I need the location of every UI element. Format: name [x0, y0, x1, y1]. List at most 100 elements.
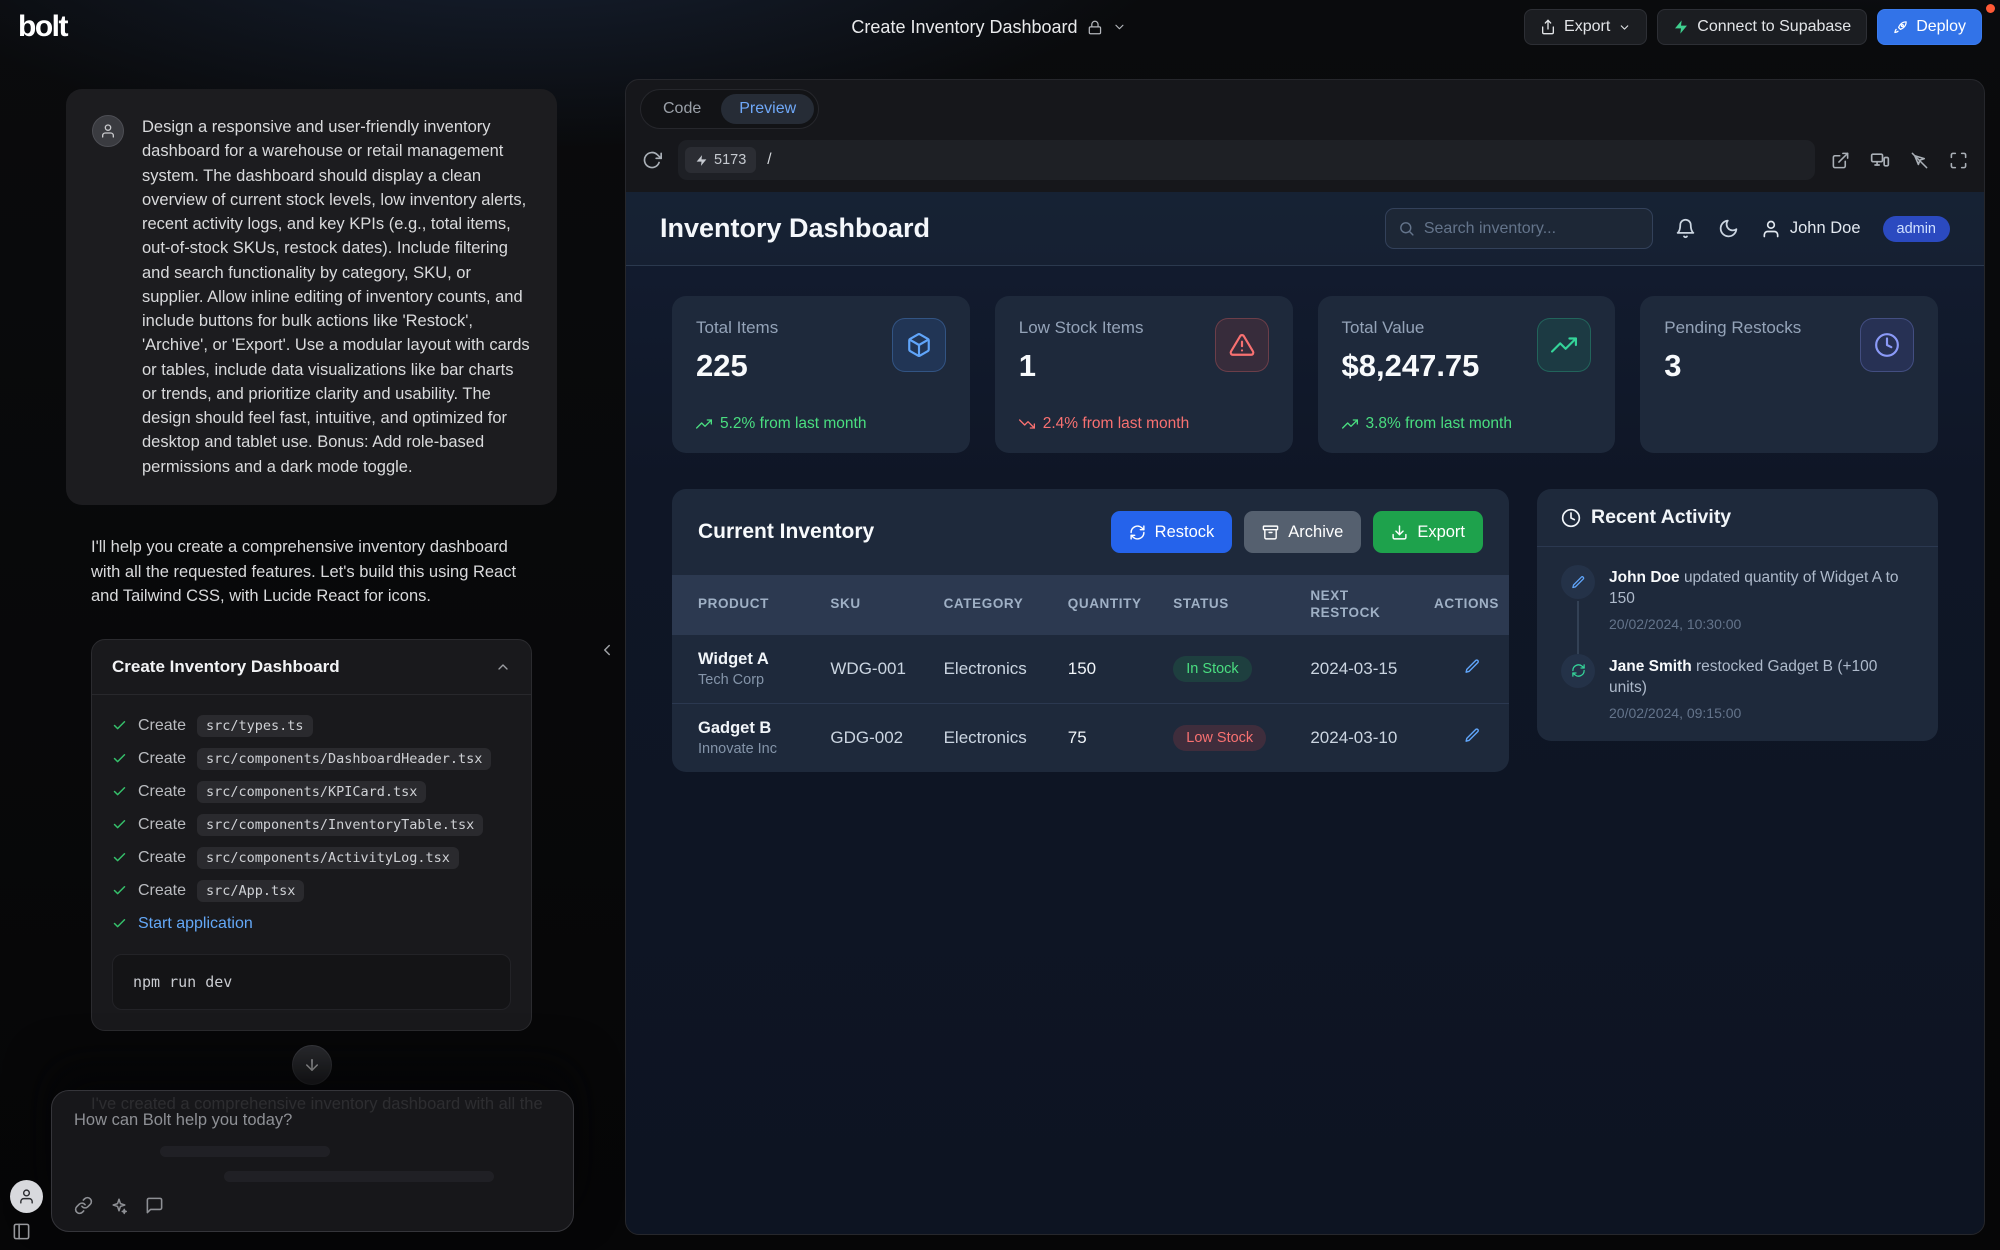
archive-icon: [1262, 524, 1279, 541]
check-icon: [112, 883, 127, 898]
build-step: Create src/App.tsx: [112, 874, 511, 907]
build-step: Create src/components/KPICard.tsx: [112, 775, 511, 808]
attach-link-icon[interactable]: [74, 1196, 93, 1215]
account-avatar[interactable]: [10, 1180, 43, 1213]
archive-button[interactable]: Archive: [1244, 511, 1361, 553]
build-steps-card: Create Inventory Dashboard Create src/ty…: [91, 639, 532, 1031]
rendered-app: Inventory Dashboard John Doe admin: [626, 192, 1984, 1234]
tab-preview[interactable]: Preview: [721, 94, 814, 124]
restock-button[interactable]: Restock: [1111, 511, 1233, 553]
chevron-down-icon: [1618, 21, 1631, 34]
clock-icon: [1860, 318, 1914, 372]
collapse-chevron-up-icon[interactable]: [495, 659, 511, 675]
connect-supabase-button[interactable]: Connect to Supabase: [1657, 9, 1867, 45]
build-step: Create src/components/ActivityLog.tsx: [112, 841, 511, 874]
export-menu-button[interactable]: Export: [1524, 9, 1647, 45]
tab-code[interactable]: Code: [645, 94, 719, 124]
file-chip[interactable]: src/components/ActivityLog.tsx: [197, 847, 459, 869]
trending-up-icon: [1537, 318, 1591, 372]
inspect-off-icon[interactable]: [1910, 151, 1929, 170]
terminal-command[interactable]: npm run dev: [112, 954, 511, 1010]
bell-icon[interactable]: [1675, 218, 1696, 239]
inventory-table: Product SKU Category Quantity Status Nex…: [672, 575, 1509, 772]
bolt-logo[interactable]: bolt: [18, 10, 67, 44]
column-header: SKU: [820, 575, 933, 635]
column-header: Category: [934, 575, 1058, 635]
user-name: John Doe: [1790, 219, 1861, 238]
url-input[interactable]: 5173 /: [678, 140, 1815, 180]
port-bolt-icon: [695, 154, 708, 167]
status-badge: Low Stock: [1173, 725, 1266, 751]
inventory-search[interactable]: [1385, 208, 1653, 249]
kpi-low-stock-items: Low Stock Items 1 2.4% from last month: [995, 296, 1293, 453]
check-icon: [112, 751, 127, 766]
file-chip[interactable]: src/components/KPICard.tsx: [197, 781, 426, 803]
clock-icon: [1561, 508, 1581, 528]
quantity-cell[interactable]: 150: [1058, 635, 1164, 704]
table-row[interactable]: Gadget B Innovate Inc GDG-002 Electronic…: [672, 703, 1509, 772]
edit-pencil-icon[interactable]: [1464, 727, 1481, 744]
table-row[interactable]: Widget A Tech Corp WDG-001 Electronics 1…: [672, 635, 1509, 704]
trend-up-icon: [1342, 416, 1358, 432]
role-badge: admin: [1883, 216, 1951, 242]
fullscreen-icon[interactable]: [1949, 151, 1968, 170]
build-card-title: Create Inventory Dashboard: [112, 657, 340, 677]
status-badge: In Stock: [1173, 656, 1251, 682]
enhance-sparkles-icon[interactable]: [110, 1197, 128, 1215]
edit-pencil-icon[interactable]: [1464, 658, 1481, 675]
chat-panel: Design a responsive and user-friendly in…: [66, 89, 557, 1114]
current-inventory-card: Current Inventory Restock Archive: [672, 489, 1509, 772]
user-menu[interactable]: John Doe: [1761, 219, 1861, 239]
edit-pencil-icon: [1561, 565, 1595, 599]
devices-icon[interactable]: [1870, 150, 1890, 170]
build-card-header[interactable]: Create Inventory Dashboard: [92, 640, 531, 695]
sidebar-toggle-icon[interactable]: [12, 1222, 31, 1241]
upload-icon: [1540, 19, 1556, 35]
user-message-text: Design a responsive and user-friendly in…: [142, 115, 531, 479]
faded-message-line: [224, 1171, 494, 1182]
start-application-step: Start application: [112, 907, 511, 940]
download-icon: [1391, 524, 1408, 541]
file-chip[interactable]: src/components/InventoryTable.tsx: [197, 814, 483, 836]
chat-input[interactable]: [74, 1111, 551, 1130]
activity-title: Recent Activity: [1591, 506, 1731, 529]
preview-panel: Code Preview 5173 / Invent: [625, 79, 1985, 1235]
reload-icon[interactable]: [642, 150, 662, 170]
activity-item: John Doe updated quantity of Widget A to…: [1561, 565, 1914, 654]
build-step: Create src/components/DashboardHeader.ts…: [112, 742, 511, 775]
editor-tabs-row: Code Preview: [626, 80, 1984, 136]
bulk-actions: Restock Archive Export: [1111, 511, 1483, 553]
start-application-link[interactable]: Start application: [138, 915, 253, 933]
chat-input-box[interactable]: [51, 1090, 574, 1232]
notification-dot: [1986, 4, 1995, 13]
export-button[interactable]: Export: [1373, 511, 1483, 553]
user-icon: [1761, 219, 1781, 239]
faded-message-line: [160, 1146, 330, 1157]
rocket-icon: [1893, 20, 1908, 35]
activity-timestamp: 20/02/2024, 09:15:00: [1609, 705, 1914, 721]
assistant-intro-text: I'll help you create a comprehensive inv…: [91, 535, 535, 609]
file-chip[interactable]: src/App.tsx: [197, 880, 304, 902]
file-chip[interactable]: src/components/DashboardHeader.tsx: [197, 748, 491, 770]
port-badge[interactable]: 5173: [685, 147, 756, 173]
chat-collapse-handle[interactable]: [598, 641, 616, 659]
open-external-icon[interactable]: [1831, 151, 1850, 170]
check-icon: [112, 916, 127, 931]
url-path: /: [767, 151, 771, 169]
dark-mode-toggle-moon-icon[interactable]: [1718, 218, 1739, 239]
project-title-group[interactable]: Create Inventory Dashboard: [851, 0, 1126, 54]
quantity-cell[interactable]: 75: [1058, 703, 1164, 772]
top-bar-actions: Export Connect to Supabase Deploy: [1524, 9, 1982, 45]
kpi-pending-restocks: Pending Restocks 3: [1640, 296, 1938, 453]
column-header: Product: [672, 575, 820, 635]
activity-timestamp: 20/02/2024, 10:30:00: [1609, 616, 1914, 632]
scroll-to-bottom-button[interactable]: [292, 1045, 332, 1085]
file-chip[interactable]: src/types.ts: [197, 715, 313, 737]
chevron-down-icon: [1113, 20, 1127, 34]
dashboard-title: Inventory Dashboard: [660, 213, 930, 244]
search-input[interactable]: [1424, 220, 1640, 238]
deploy-button[interactable]: Deploy: [1877, 9, 1982, 45]
supabase-bolt-icon: [1673, 19, 1689, 35]
build-card-body: Create src/types.ts Create src/component…: [92, 695, 531, 1030]
chat-bubble-icon[interactable]: [145, 1196, 164, 1215]
